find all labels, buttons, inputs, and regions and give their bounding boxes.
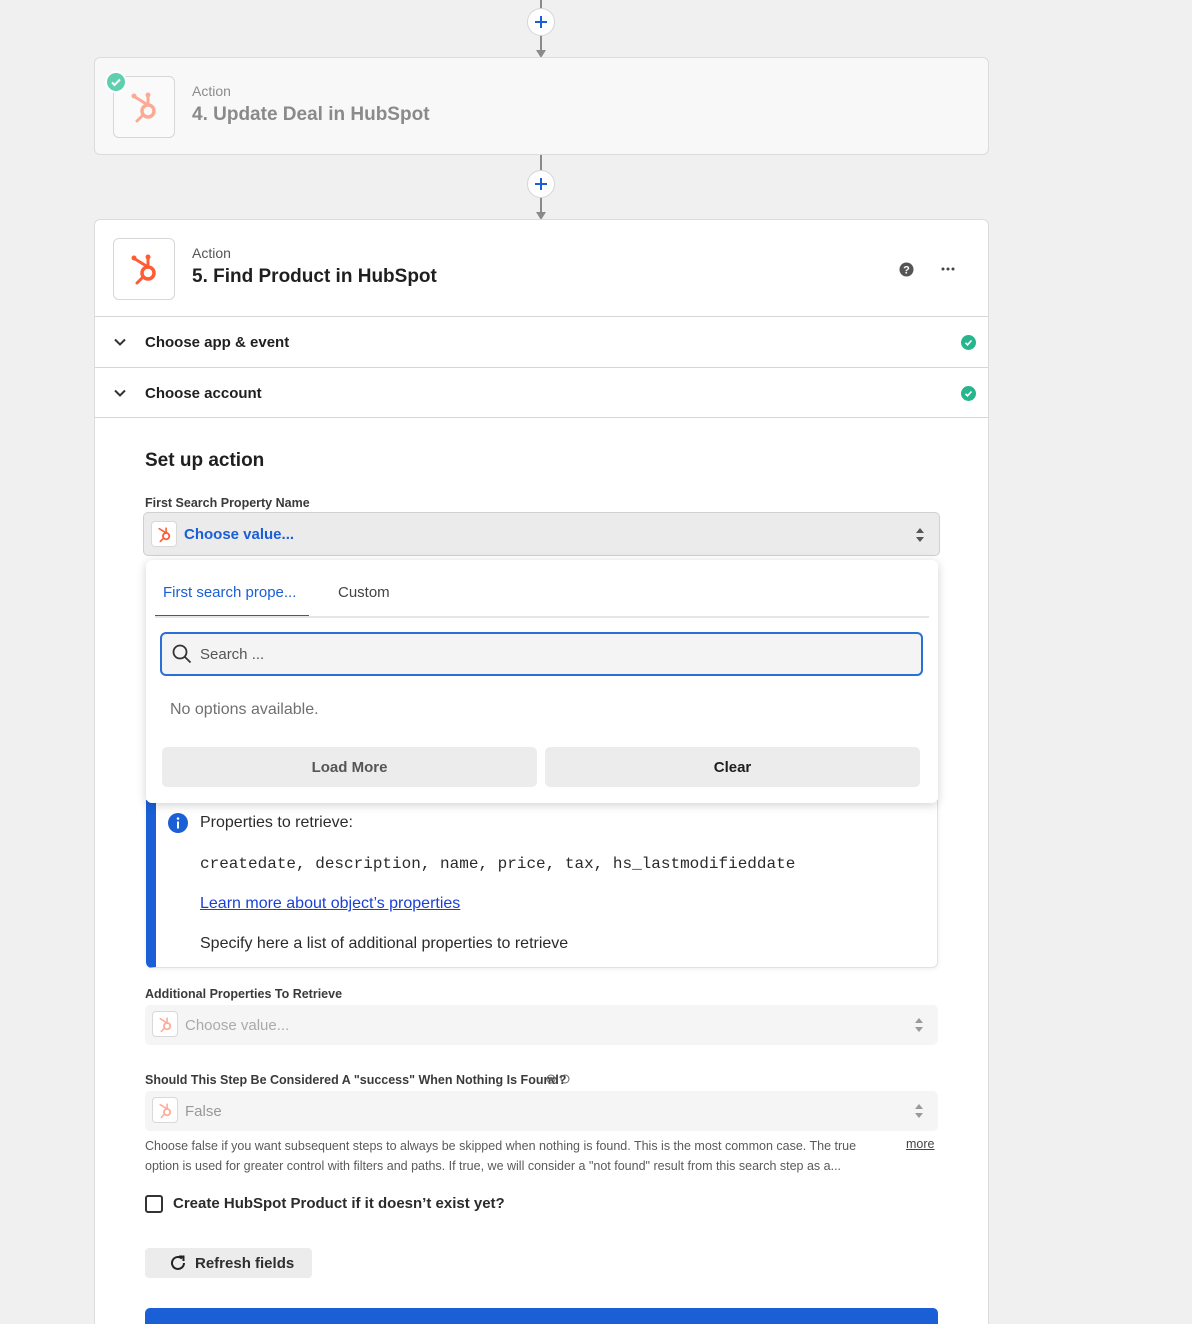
checkbox-label: Create HubSpot Product if it doesn’t exi…: [173, 1195, 505, 1212]
field-label: Should This Step Be Considered A "succes…: [145, 1073, 567, 1087]
step-kind: Action: [192, 83, 231, 99]
step-card-4[interactable]: Action 4. Update Deal in HubSpot: [94, 57, 989, 155]
create-product-checkbox[interactable]: [145, 1195, 163, 1213]
sort-arrows-icon: [916, 528, 924, 542]
info-box: Properties to retrieve: createdate, desc…: [146, 800, 938, 968]
add-step-button[interactable]: [527, 170, 555, 198]
question-circle-icon: ?: [899, 262, 913, 276]
ellipsis-icon: [941, 267, 955, 271]
plus-icon: [535, 178, 547, 190]
radio-toggle-icon[interactable]: [546, 1073, 572, 1085]
hubspot-icon: [131, 92, 156, 123]
first-search-property-select[interactable]: Choose value...: [143, 512, 940, 556]
select-value: False: [185, 1103, 222, 1120]
additional-properties-select[interactable]: Choose value...: [145, 1005, 938, 1045]
check-circle-icon: [961, 335, 976, 350]
search-icon: [172, 644, 192, 664]
continue-button[interactable]: [145, 1308, 938, 1324]
chevron-down-icon: [114, 338, 126, 346]
refresh-fields-button[interactable]: Refresh fields: [145, 1248, 312, 1278]
hubspot-icon: [131, 254, 156, 285]
success-when-nothing-found-select[interactable]: False: [145, 1091, 938, 1131]
select-value: Choose value...: [184, 526, 295, 543]
refresh-icon: [171, 1255, 185, 1270]
chevron-down-icon: [114, 389, 126, 397]
hubspot-icon: [159, 1103, 172, 1119]
info-icon: [168, 813, 188, 833]
sort-arrows-icon: [915, 1018, 923, 1032]
clear-button[interactable]: Clear: [545, 747, 920, 787]
field-label: Additional Properties To Retrieve: [145, 987, 343, 1001]
help-button[interactable]: ?: [894, 257, 918, 281]
step-kind: Action: [192, 245, 231, 261]
step-title: 5. Find Product in HubSpot: [192, 266, 437, 287]
plus-icon: [535, 16, 547, 28]
svg-text:?: ?: [903, 264, 910, 276]
hubspot-icon: [158, 527, 171, 543]
dropdown-panel: First search prope... Custom No options …: [146, 560, 938, 803]
section-title: Set up action: [145, 450, 265, 471]
accordion-label: Choose app & event: [145, 334, 290, 351]
tab-first-search-property[interactable]: First search prope...: [163, 584, 296, 601]
app-icon: [113, 238, 175, 300]
search-box: [160, 632, 923, 676]
app-icon: [152, 1097, 178, 1123]
field-label: First Search Property Name: [145, 496, 310, 510]
add-step-button[interactable]: [527, 8, 555, 36]
info-note: Specify here a list of additional proper…: [200, 935, 569, 952]
more-options-button[interactable]: [936, 257, 960, 281]
accordion-choose-account[interactable]: Choose account: [95, 367, 988, 418]
accordion-choose-app-event[interactable]: Choose app & event: [95, 316, 988, 367]
step-title: 4. Update Deal in HubSpot: [192, 104, 430, 125]
field-help-text: Choose false if you want subsequent step…: [145, 1139, 857, 1173]
load-more-button[interactable]: Load More: [162, 747, 537, 787]
app-icon: [152, 1011, 178, 1037]
step-complete-badge: [105, 71, 127, 93]
app-icon: [151, 521, 177, 547]
tab-divider: [155, 616, 929, 618]
search-input[interactable]: [200, 644, 900, 664]
tab-custom[interactable]: Custom: [338, 584, 390, 601]
info-heading: Properties to retrieve:: [200, 814, 353, 831]
learn-more-link[interactable]: Learn more about object’s properties: [200, 895, 460, 913]
check-icon: [111, 78, 121, 87]
empty-message: No options available.: [170, 701, 319, 718]
info-properties: createdate, description, name, price, ta…: [200, 855, 796, 873]
accordion-label: Choose account: [145, 385, 262, 402]
hubspot-icon: [159, 1017, 172, 1033]
sort-arrows-icon: [915, 1104, 923, 1118]
select-value: Choose value...: [185, 1017, 290, 1034]
more-link[interactable]: more: [906, 1137, 934, 1151]
section-divider: [95, 417, 988, 418]
check-circle-icon: [961, 386, 976, 401]
refresh-label: Refresh fields: [195, 1254, 295, 1272]
